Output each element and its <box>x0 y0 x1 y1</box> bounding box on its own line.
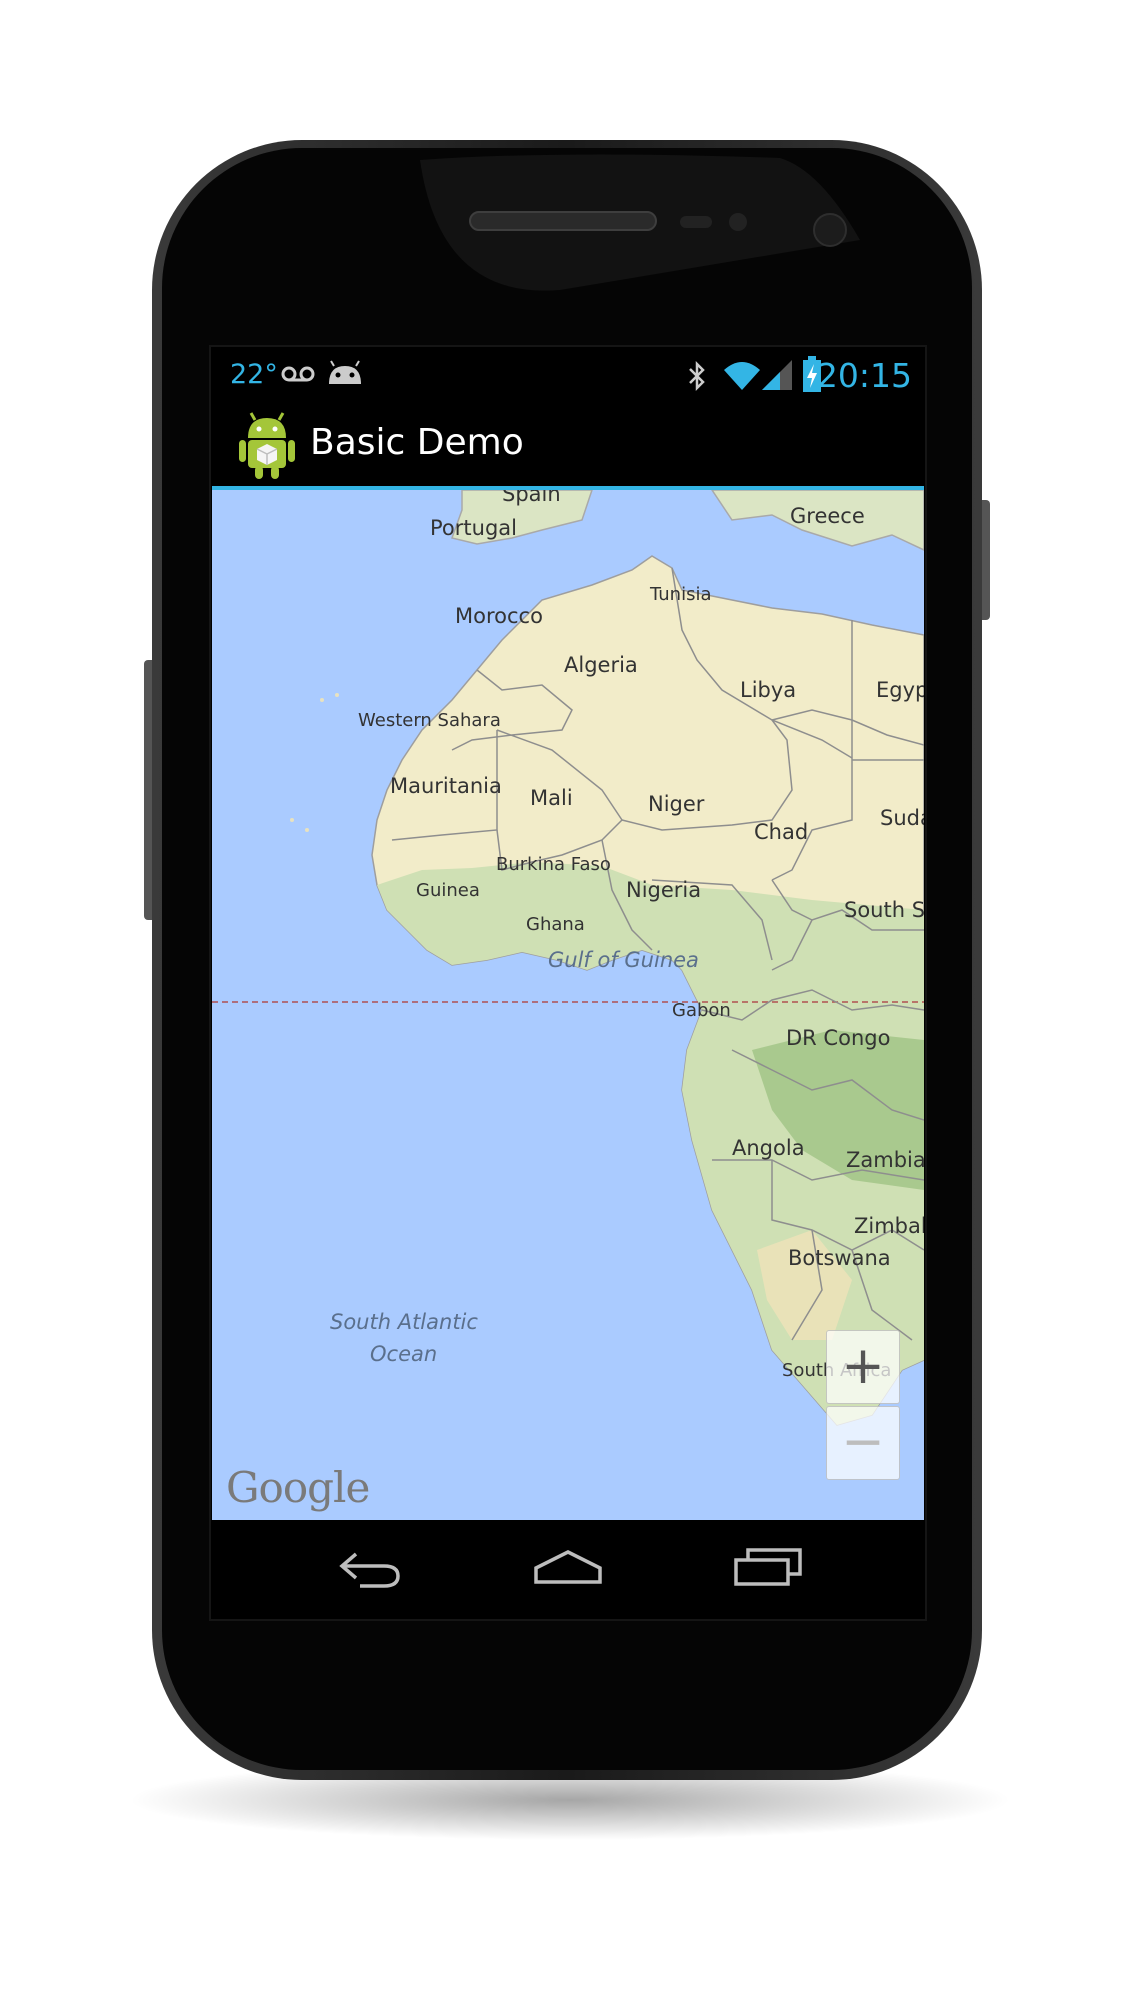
map-label-spain: Spain <box>502 490 561 506</box>
map-label-mali: Mali <box>530 786 573 810</box>
zoom-in-button[interactable]: + <box>826 1330 900 1404</box>
map-label-botswana: Botswana <box>788 1246 891 1270</box>
map-label-burkina-faso: Burkina Faso <box>496 854 611 875</box>
bluetooth-icon <box>689 360 705 392</box>
map-label-ghana: Ghana <box>526 914 585 935</box>
zoom-out-button[interactable]: − <box>826 1406 900 1480</box>
map-label-greece: Greece <box>790 504 865 528</box>
back-icon[interactable] <box>336 1544 406 1592</box>
map-label-angola: Angola <box>732 1136 805 1160</box>
map-label-zambia: Zambia <box>846 1148 924 1172</box>
map-label-gulf-of-guinea: Gulf of Guinea <box>548 948 699 972</box>
home-icon[interactable] <box>532 1544 604 1592</box>
map-label-western-sahara: Western Sahara <box>358 710 501 731</box>
map-label-morocco: Morocco <box>455 604 543 628</box>
map-label-portugal: Portugal <box>430 516 517 540</box>
signal-icon <box>762 360 792 390</box>
map-view[interactable]: Spain Portugal Greece Tunisia Morocco Al… <box>212 490 924 1520</box>
map-label-nigeria: Nigeria <box>626 878 702 902</box>
weather-temperature: 22° <box>230 359 278 390</box>
map-label-south-atlantic: South Atlantic <box>330 1310 478 1334</box>
status-bar: 22° 20:15 <box>212 350 924 400</box>
map-label-dr-congo: DR Congo <box>786 1026 891 1050</box>
map-label-mauritania: Mauritania <box>390 774 502 798</box>
map-label-guinea: Guinea <box>416 880 480 901</box>
recent-apps-icon[interactable] <box>732 1544 806 1592</box>
google-attribution-logo: Google <box>226 1463 370 1512</box>
map-label-zimbabwe: Zimbab <box>854 1214 924 1238</box>
android-debug-icon <box>329 360 361 384</box>
clock: 20:15 <box>816 356 912 395</box>
navigation-bar <box>212 1520 924 1616</box>
android-app-icon[interactable] <box>238 412 296 480</box>
map-label-tunisia: Tunisia <box>650 584 712 605</box>
map-label-ocean: Ocean <box>370 1342 438 1366</box>
map-label-chad: Chad <box>754 820 809 844</box>
wifi-icon <box>724 362 760 390</box>
map-label-libya: Libya <box>740 678 797 702</box>
device-mockup: 22° 20:15 Basic Demo Spain Portugal Gree… <box>0 0 1148 1994</box>
map-label-sudan: Suda <box>880 806 924 830</box>
map-label-south-sudan: South Su <box>844 898 924 922</box>
map-label-gabon: Gabon <box>672 1000 731 1021</box>
map-label-egypt: Egypt <box>876 678 924 702</box>
map-label-niger: Niger <box>648 792 705 816</box>
voicemail-icon <box>281 366 315 382</box>
app-title: Basic Demo <box>310 422 524 463</box>
map-label-algeria: Algeria <box>564 653 638 677</box>
device-screen: 22° 20:15 Basic Demo Spain Portugal Gree… <box>212 350 924 1616</box>
action-bar: Basic Demo <box>212 400 924 490</box>
